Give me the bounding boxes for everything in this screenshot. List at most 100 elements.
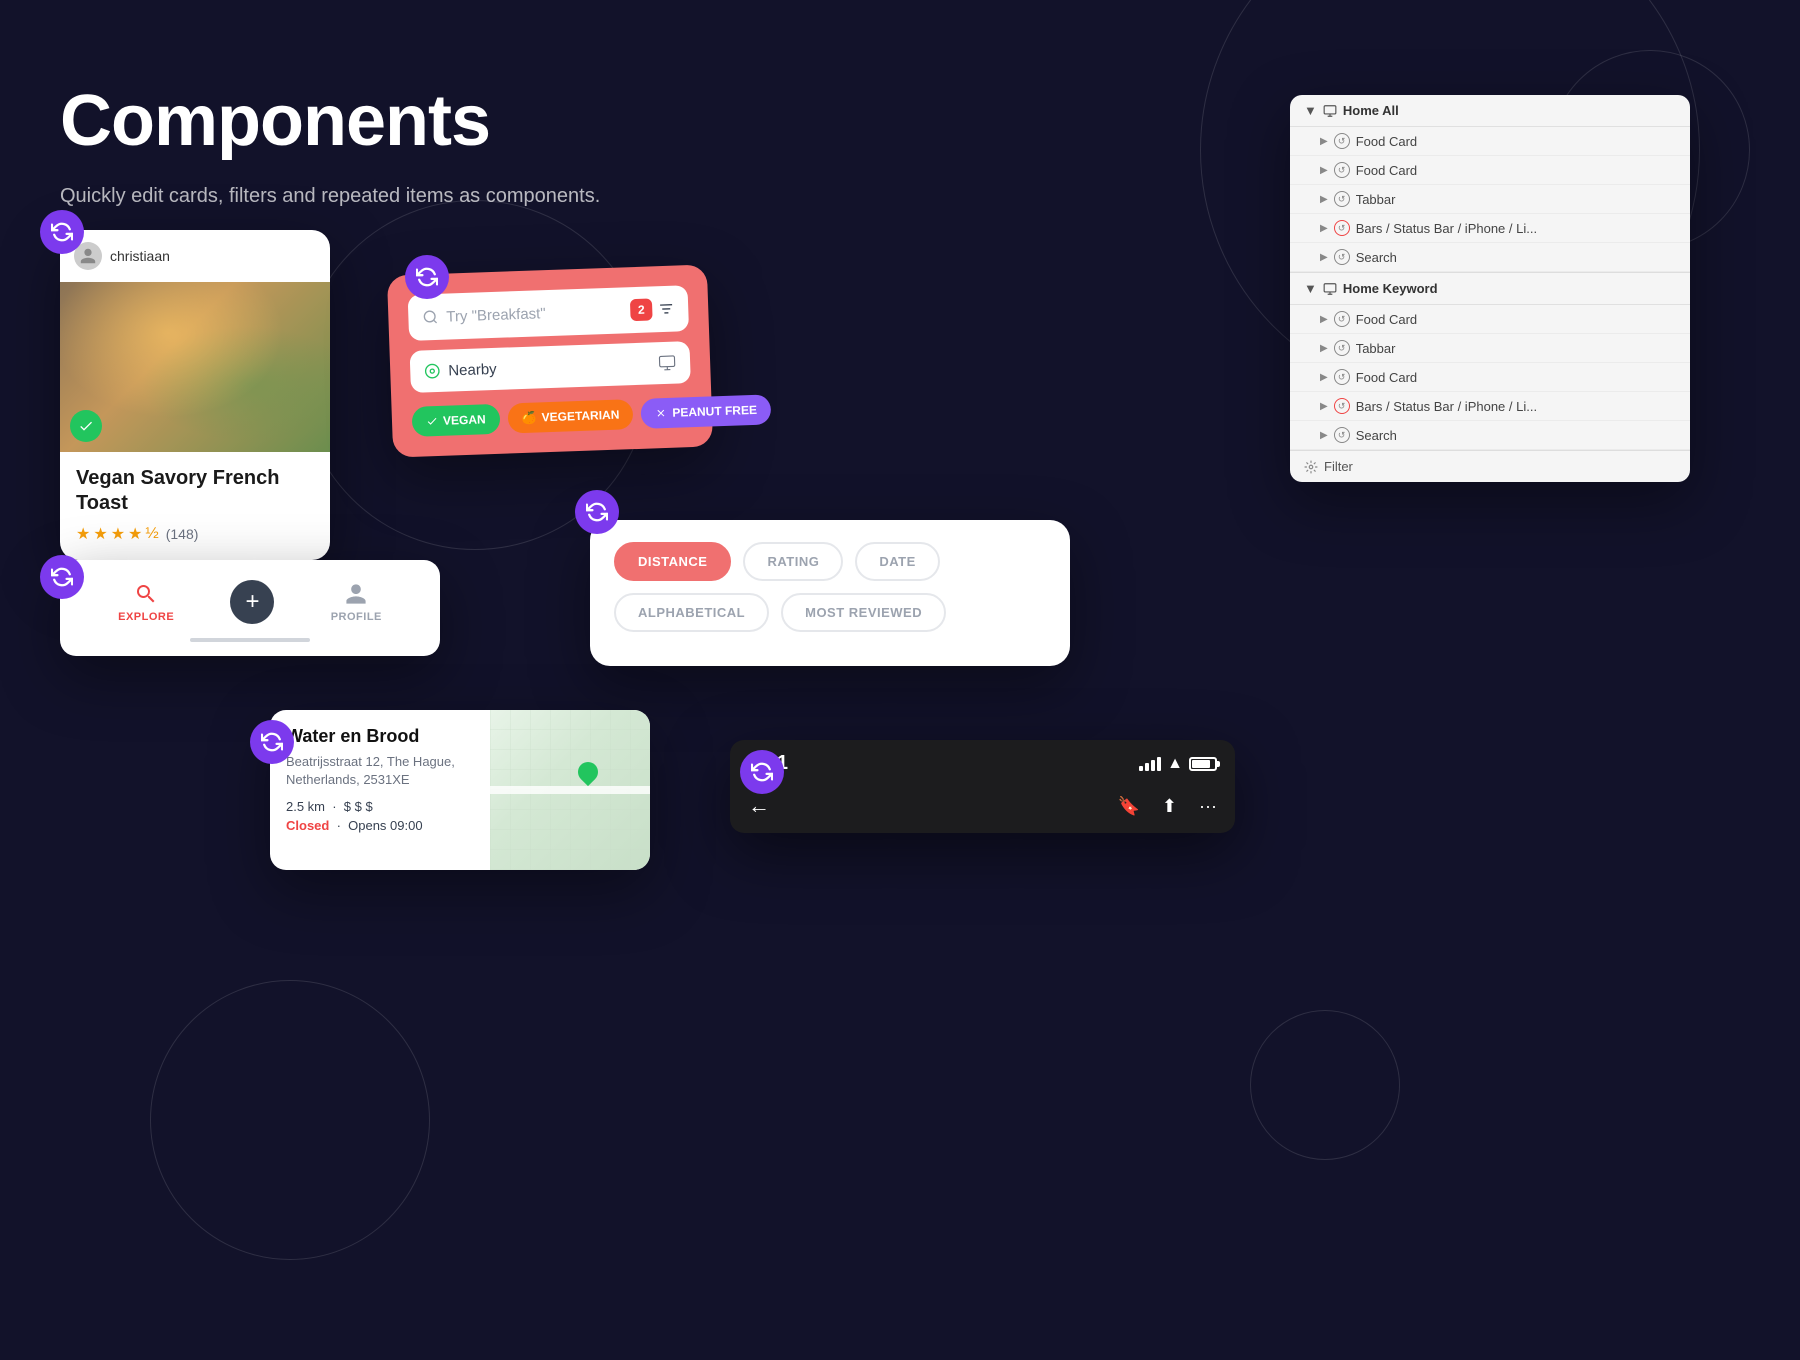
statusbar-bottom: ← 🔖 ⬆ ··· bbox=[730, 783, 1235, 833]
nav-item-label: Search bbox=[1356, 250, 1397, 265]
battery-icon bbox=[1189, 757, 1217, 771]
place-address: Beatrijsstraat 12, The Hague, Netherland… bbox=[286, 753, 474, 789]
tab-explore[interactable]: EXPLORE bbox=[118, 582, 174, 623]
tab-explore-label: EXPLORE bbox=[118, 611, 174, 623]
chip-vegetarian[interactable]: 🍊 VEGETARIAN bbox=[507, 399, 634, 433]
page-title: Components bbox=[60, 80, 490, 162]
nav-item-food-card-4[interactable]: ▶ ↺ Food Card bbox=[1290, 363, 1690, 392]
nearby-text: Nearby bbox=[448, 360, 497, 379]
nav-item-statusbar-2[interactable]: ▶ ↺ Bars / Status Bar / iPhone / Li... bbox=[1290, 392, 1690, 421]
nav-item-label: Search bbox=[1356, 428, 1397, 443]
nav-item-label: Tabbar bbox=[1356, 341, 1396, 356]
food-card-image bbox=[60, 282, 330, 452]
bar-3 bbox=[1151, 760, 1155, 771]
nav-item-icon-red: ↺ bbox=[1334, 398, 1350, 414]
wifi-icon: ▲ bbox=[1167, 755, 1183, 773]
action-buttons: 🔖 ⬆ ··· bbox=[1118, 796, 1218, 817]
sort-card: DISTANCE RATING DATE ALPHABETICAL MOST R… bbox=[590, 520, 1070, 666]
nav-item-food-card-3[interactable]: ▶ ↺ Food Card bbox=[1290, 305, 1690, 334]
map-road-horizontal bbox=[490, 786, 650, 794]
nav-item-icon: ↺ bbox=[1334, 427, 1350, 443]
search-nearby-row: Nearby bbox=[410, 341, 691, 393]
nav-item-label: Food Card bbox=[1356, 370, 1417, 385]
tab-profile[interactable]: PROFILE bbox=[331, 582, 382, 623]
star-4: ★ bbox=[128, 524, 142, 544]
nav-item-tabbar[interactable]: ▶ ↺ Tabbar bbox=[1290, 185, 1690, 214]
filter-label: Filter bbox=[1324, 459, 1353, 474]
food-badge bbox=[70, 410, 102, 442]
nav-section-label: Home Keyword bbox=[1343, 281, 1438, 296]
search-input-left: Try "Breakfast" bbox=[422, 305, 546, 326]
sync-icon-tabbar[interactable] bbox=[40, 555, 84, 599]
place-distance: 2.5 km bbox=[286, 799, 325, 814]
food-card-body: Vegan Savory French Toast ★ ★ ★ ★ ½ (148… bbox=[60, 452, 330, 560]
star-2: ★ bbox=[93, 524, 107, 544]
food-card: christiaan Vegan Savory French Toast ★ ★… bbox=[60, 230, 330, 560]
nav-section-home-keyword: ▼ Home Keyword bbox=[1290, 273, 1690, 305]
tab-indicator bbox=[190, 638, 310, 642]
review-count: (148) bbox=[166, 526, 199, 542]
sort-distance[interactable]: DISTANCE bbox=[614, 542, 731, 581]
statusbar-card: 9:41 ▲ ← 🔖 ⬆ ··· bbox=[730, 740, 1235, 833]
sort-date[interactable]: DATE bbox=[855, 542, 939, 581]
nav-item-food-card-1[interactable]: ▶ ↺ Food Card bbox=[1290, 127, 1690, 156]
nav-item-label: Food Card bbox=[1356, 134, 1417, 149]
badge-count: 2 bbox=[630, 298, 653, 321]
add-button[interactable]: + bbox=[230, 580, 274, 624]
rating-stars: ★ ★ ★ ★ ½ (148) bbox=[76, 524, 314, 544]
nav-item-icon: ↺ bbox=[1334, 311, 1350, 327]
status-right-icons: ▲ bbox=[1139, 755, 1217, 773]
back-button[interactable]: ← bbox=[748, 793, 770, 819]
sort-row-2: ALPHABETICAL MOST REVIEWED bbox=[614, 593, 1046, 632]
nearby-label: Nearby bbox=[424, 360, 497, 380]
page-subtitle: Quickly edit cards, filters and repeated… bbox=[60, 185, 600, 208]
nav-section-label: Home All bbox=[1343, 103, 1399, 118]
bookmark-button[interactable]: 🔖 bbox=[1118, 796, 1140, 817]
nav-item-search-2[interactable]: ▶ ↺ Search bbox=[1290, 421, 1690, 450]
username: christiaan bbox=[110, 248, 170, 264]
share-button[interactable]: ⬆ bbox=[1162, 796, 1177, 817]
search-input-row: Try "Breakfast" 2 bbox=[408, 285, 689, 341]
sync-icon-statusbar[interactable] bbox=[740, 750, 784, 794]
nav-item-icon-red: ↺ bbox=[1334, 220, 1350, 236]
search-badges: 2 bbox=[630, 298, 675, 322]
tab-add[interactable]: + bbox=[230, 580, 274, 624]
closed-label: Closed bbox=[286, 818, 329, 833]
sync-icon-food-card[interactable] bbox=[40, 210, 84, 254]
star-3: ★ bbox=[111, 524, 125, 544]
nav-item-icon: ↺ bbox=[1334, 162, 1350, 178]
food-card-header: christiaan bbox=[60, 230, 330, 282]
tabbar-items: EXPLORE + PROFILE bbox=[90, 580, 410, 624]
signal-bars-icon bbox=[1139, 757, 1161, 771]
nav-arrow: ▼ bbox=[1304, 103, 1317, 118]
nav-item-statusbar[interactable]: ▶ ↺ Bars / Status Bar / iPhone / Li... bbox=[1290, 214, 1690, 243]
nav-arrow: ▼ bbox=[1304, 281, 1317, 296]
statusbar-top: 9:41 ▲ bbox=[730, 740, 1235, 783]
sort-alphabetical[interactable]: ALPHABETICAL bbox=[614, 593, 769, 632]
map-visual bbox=[490, 710, 650, 870]
nav-item-label: Bars / Status Bar / iPhone / Li... bbox=[1356, 221, 1537, 236]
place-name: Water en Brood bbox=[286, 726, 474, 747]
place-status: Closed · Opens 09:00 bbox=[286, 818, 474, 833]
chip-vegan[interactable]: VEGAN bbox=[412, 404, 501, 437]
nav-item-label: Food Card bbox=[1356, 163, 1417, 178]
nav-item-icon: ↺ bbox=[1334, 133, 1350, 149]
star-5: ½ bbox=[145, 525, 158, 543]
map-card: Water en Brood Beatrijsstraat 12, The Ha… bbox=[270, 710, 650, 870]
sync-icon-search[interactable] bbox=[405, 255, 449, 299]
chip-peanut-free[interactable]: PEANUT FREE bbox=[641, 394, 772, 429]
nav-item-food-card-2[interactable]: ▶ ↺ Food Card bbox=[1290, 156, 1690, 185]
nav-item-search-1[interactable]: ▶ ↺ Search bbox=[1290, 243, 1690, 272]
star-1: ★ bbox=[76, 524, 90, 544]
more-button[interactable]: ··· bbox=[1199, 796, 1217, 817]
nav-item-icon: ↺ bbox=[1334, 249, 1350, 265]
sync-icon-map[interactable] bbox=[250, 720, 294, 764]
search-placeholder: Try "Breakfast" bbox=[446, 305, 546, 325]
sort-most-reviewed[interactable]: MOST REVIEWED bbox=[781, 593, 946, 632]
sync-icon-sort[interactable] bbox=[575, 490, 619, 534]
nav-item-icon: ↺ bbox=[1334, 191, 1350, 207]
nav-item-icon: ↺ bbox=[1334, 369, 1350, 385]
place-price: $ $ $ bbox=[344, 799, 373, 814]
nav-item-tabbar-2[interactable]: ▶ ↺ Tabbar bbox=[1290, 334, 1690, 363]
sort-rating[interactable]: RATING bbox=[743, 542, 843, 581]
